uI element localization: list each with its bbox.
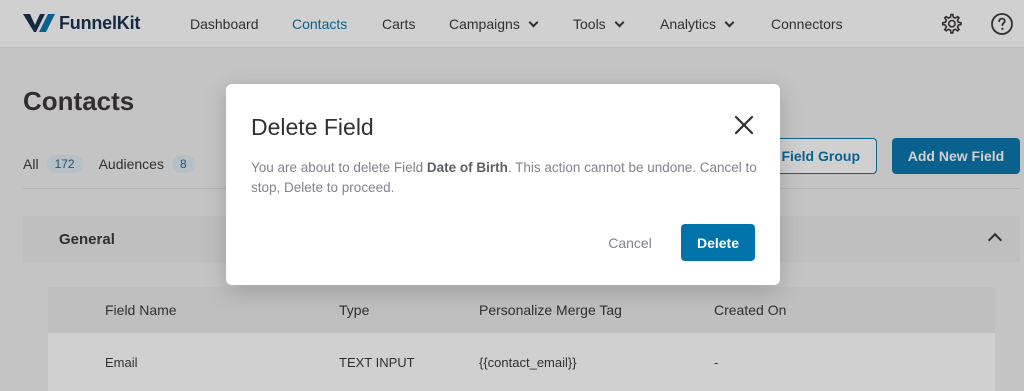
dialog-field-name: Date of Birth <box>426 160 508 175</box>
close-icon[interactable] <box>732 113 756 137</box>
dialog-message-start: You are about to delete Field <box>251 160 427 175</box>
dialog-message: You are about to delete Field Date of Bi… <box>251 158 761 198</box>
delete-button[interactable]: Delete <box>681 224 755 261</box>
cancel-button[interactable]: Cancel <box>594 224 666 262</box>
dialog-title: Delete Field <box>251 114 374 140</box>
delete-field-dialog: Delete Field You are about to delete Fie… <box>226 84 780 285</box>
